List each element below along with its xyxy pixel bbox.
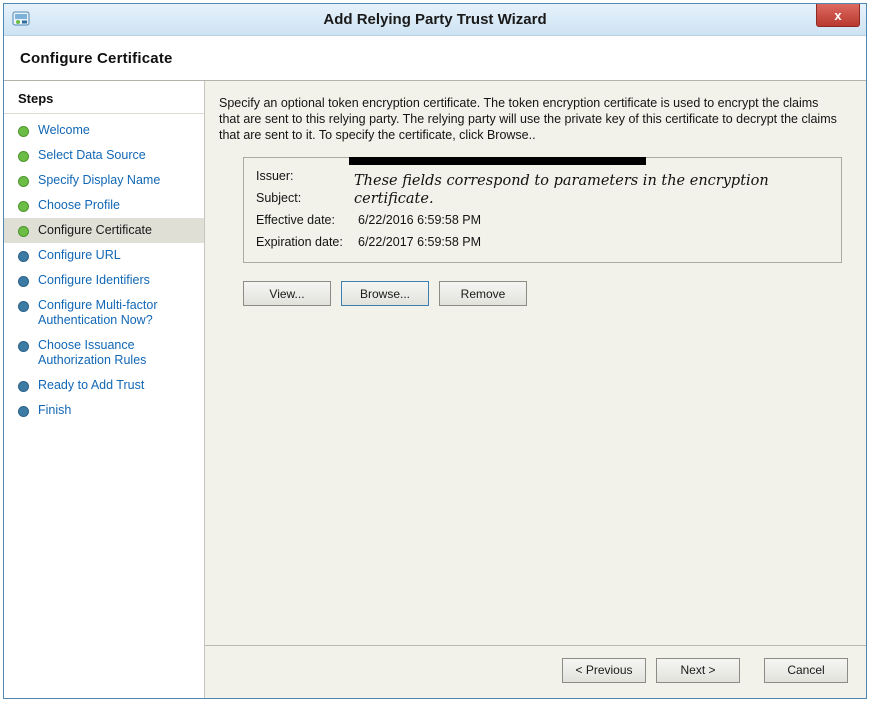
step-configure-url[interactable]: Configure URL bbox=[4, 243, 204, 268]
step-specify-display-name[interactable]: Specify Display Name bbox=[4, 168, 204, 193]
step-todo-icon bbox=[18, 341, 29, 352]
annotation-text: These fields correspond to parameters in… bbox=[354, 172, 827, 208]
page-title: Configure Certificate bbox=[20, 50, 173, 67]
step-todo-icon bbox=[18, 251, 29, 262]
wizard-window: Add Relying Party Trust Wizard x Configu… bbox=[3, 3, 867, 699]
field-value: 6/22/2017 6:59:58 PM bbox=[358, 234, 829, 250]
step-done-icon bbox=[18, 151, 29, 162]
step-configure-certificate[interactable]: Configure Certificate bbox=[4, 218, 204, 243]
titlebar[interactable]: Add Relying Party Trust Wizard x bbox=[4, 4, 866, 36]
step-configure-identifiers[interactable]: Configure Identifiers bbox=[4, 268, 204, 293]
remove-button[interactable]: Remove bbox=[439, 281, 527, 306]
previous-button[interactable]: < Previous bbox=[562, 658, 646, 683]
steps-header: Steps bbox=[4, 81, 204, 114]
main-content: Specify an optional token encryption cer… bbox=[205, 81, 866, 698]
step-todo-icon bbox=[18, 381, 29, 392]
cancel-button[interactable]: Cancel bbox=[764, 658, 848, 683]
step-ready-to-add-trust[interactable]: Ready to Add Trust bbox=[4, 373, 204, 398]
step-done-icon bbox=[18, 201, 29, 212]
field-label: Issuer: bbox=[256, 168, 358, 184]
step-select-data-source[interactable]: Select Data Source bbox=[4, 143, 204, 168]
field-effective-date: Effective date: 6/22/2016 6:59:58 PM bbox=[256, 212, 829, 228]
wizard-footer: < Previous Next > Cancel bbox=[205, 645, 866, 698]
certificate-actions: View... Browse... Remove bbox=[243, 281, 842, 306]
close-button[interactable]: x bbox=[816, 4, 860, 27]
steps-sidebar: Steps Welcome Select Data Source Specify… bbox=[4, 81, 205, 698]
step-choose-issuance-rules[interactable]: Choose Issuance Authorization Rules bbox=[4, 333, 204, 373]
field-label: Expiration date: bbox=[256, 234, 358, 250]
description-text: Specify an optional token encryption cer… bbox=[219, 95, 842, 143]
field-expiration-date: Expiration date: 6/22/2017 6:59:58 PM bbox=[256, 234, 829, 250]
step-finish[interactable]: Finish bbox=[4, 398, 204, 423]
step-todo-icon bbox=[18, 276, 29, 287]
next-button[interactable]: Next > bbox=[656, 658, 740, 683]
step-configure-mfa[interactable]: Configure Multi-factor Authentication No… bbox=[4, 293, 204, 333]
redaction-bar bbox=[349, 157, 646, 165]
window-title: Add Relying Party Trust Wizard bbox=[4, 4, 866, 35]
step-current-icon bbox=[18, 226, 29, 237]
field-label: Effective date: bbox=[256, 212, 358, 228]
certificate-box: These fields correspond to parameters in… bbox=[243, 157, 842, 263]
step-todo-icon bbox=[18, 406, 29, 417]
browse-button[interactable]: Browse... bbox=[341, 281, 429, 306]
field-label: Subject: bbox=[256, 190, 358, 206]
field-value: 6/22/2016 6:59:58 PM bbox=[358, 212, 829, 228]
step-done-icon bbox=[18, 126, 29, 137]
step-todo-icon bbox=[18, 301, 29, 312]
step-welcome[interactable]: Welcome bbox=[4, 118, 204, 143]
view-button[interactable]: View... bbox=[243, 281, 331, 306]
step-done-icon bbox=[18, 176, 29, 187]
step-choose-profile[interactable]: Choose Profile bbox=[4, 193, 204, 218]
steps-list: Welcome Select Data Source Specify Displ… bbox=[4, 118, 204, 423]
heading-bar: Configure Certificate bbox=[4, 36, 866, 81]
